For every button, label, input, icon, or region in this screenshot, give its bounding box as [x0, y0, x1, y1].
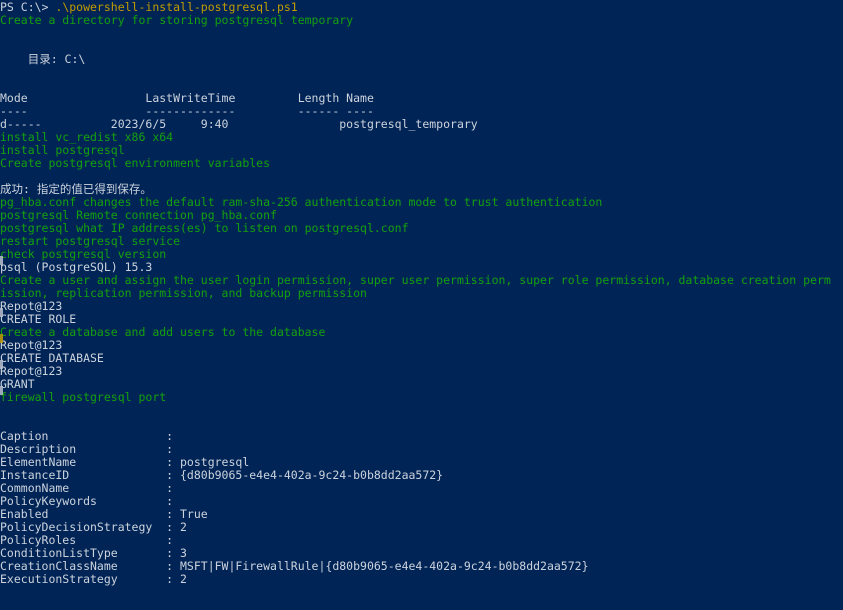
console-text-span: ission, replication permission, and back…	[0, 286, 367, 300]
console-text-span: CommonName :	[0, 481, 174, 495]
console-text-span: PolicyDecisionStrategy : 2	[0, 520, 187, 534]
console-text-span: install postgresql	[0, 143, 125, 157]
console-text-span: ExecutionStrategy : 2	[0, 572, 187, 586]
console-text-span: Mode LastWriteTime Length Name	[0, 91, 374, 105]
edge-artifact	[0, 256, 3, 265]
console-text-span: 目录: C:\	[0, 52, 86, 66]
console-text-span: Description :	[0, 442, 174, 456]
console-text-span: CREATE DATABASE	[0, 351, 104, 365]
console-text-span: ConditionListType : 3	[0, 546, 187, 560]
console-text-span: CreationClassName : MSFT|FW|FirewallRule…	[0, 559, 589, 573]
console-text-span: pg_hba.conf changes the default ram-sha-…	[0, 195, 603, 209]
console-text-span: PolicyRoles :	[0, 533, 174, 547]
console-line: ExecutionStrategy : 2	[0, 573, 843, 586]
console-text-span: install vc_redist x86 x64	[0, 130, 174, 144]
console-text-span: Create a user and assign the user login …	[0, 273, 831, 287]
console-text-span: CREATE ROLE	[0, 312, 77, 326]
console-line: Create postgresql environment variables	[0, 157, 843, 170]
console-text-span: PolicyKeywords :	[0, 494, 174, 508]
console-line: Create a database and add users to the d…	[0, 326, 843, 339]
edge-artifact	[0, 334, 3, 343]
edge-artifact	[0, 308, 3, 317]
console-text-span: d----- 2023/6/5 9:40 postgresql_temporar…	[0, 117, 478, 131]
console-line: Create a directory for storing postgresq…	[0, 14, 843, 27]
console-text-span: Caption :	[0, 429, 174, 443]
console-line: Repot@123	[0, 300, 843, 313]
console-text-span: psql (PostgreSQL) 15.3	[0, 260, 153, 274]
console-line: CREATE DATABASE	[0, 352, 843, 365]
console-text-span: postgresql Remote connection pg_hba.conf	[0, 208, 277, 222]
console-text-span: Enabled : True	[0, 507, 208, 521]
powershell-console-window[interactable]: PS C:\> .\powershell-install-postgresql.…	[0, 0, 843, 610]
console-text-span: Repot@123	[0, 299, 63, 313]
console-text-span: Create a database and add users to the d…	[0, 325, 326, 339]
console-text-span: check postgresql version	[0, 247, 167, 261]
console-line: ission, replication permission, and back…	[0, 287, 843, 300]
console-line: install vc_redist x86 x64	[0, 131, 843, 144]
console-text-span: Create a directory for storing postgresq…	[0, 13, 354, 27]
console-text-span: GRANT	[0, 377, 35, 391]
console-text-span: firewall postgresql port	[0, 390, 167, 404]
console-text-span: restart postgresql service	[0, 234, 181, 248]
console-text-span: Create postgresql environment variables	[0, 156, 271, 170]
console-text-span: ElementName : postgresql	[0, 455, 250, 469]
edge-artifact	[0, 386, 3, 395]
console-text-span: .\powershell-install-postgresql.ps1	[55, 0, 298, 14]
console-text-buffer: PS C:\> .\powershell-install-postgresql.…	[0, 1, 843, 586]
console-text-span: Repot@123	[0, 338, 63, 352]
console-text-span: Repot@123	[0, 364, 63, 378]
console-line: Repot@123	[0, 339, 843, 352]
console-text-span: 成功: 指定的值已得到保存。	[0, 182, 152, 196]
console-line: 目录: C:\	[0, 53, 843, 66]
edge-artifact	[0, 360, 3, 369]
console-line: Repot@123	[0, 365, 843, 378]
console-text-span: postgresql what IP address(es) to listen…	[0, 221, 409, 235]
console-text-span: ---- ------------- ------ ----	[0, 104, 374, 118]
console-line: firewall postgresql port	[0, 391, 843, 404]
console-text-span: PS C:\>	[0, 0, 56, 14]
console-text-span: InstanceID : {d80b9065-e4e4-402a-9c24-b0…	[0, 468, 444, 482]
